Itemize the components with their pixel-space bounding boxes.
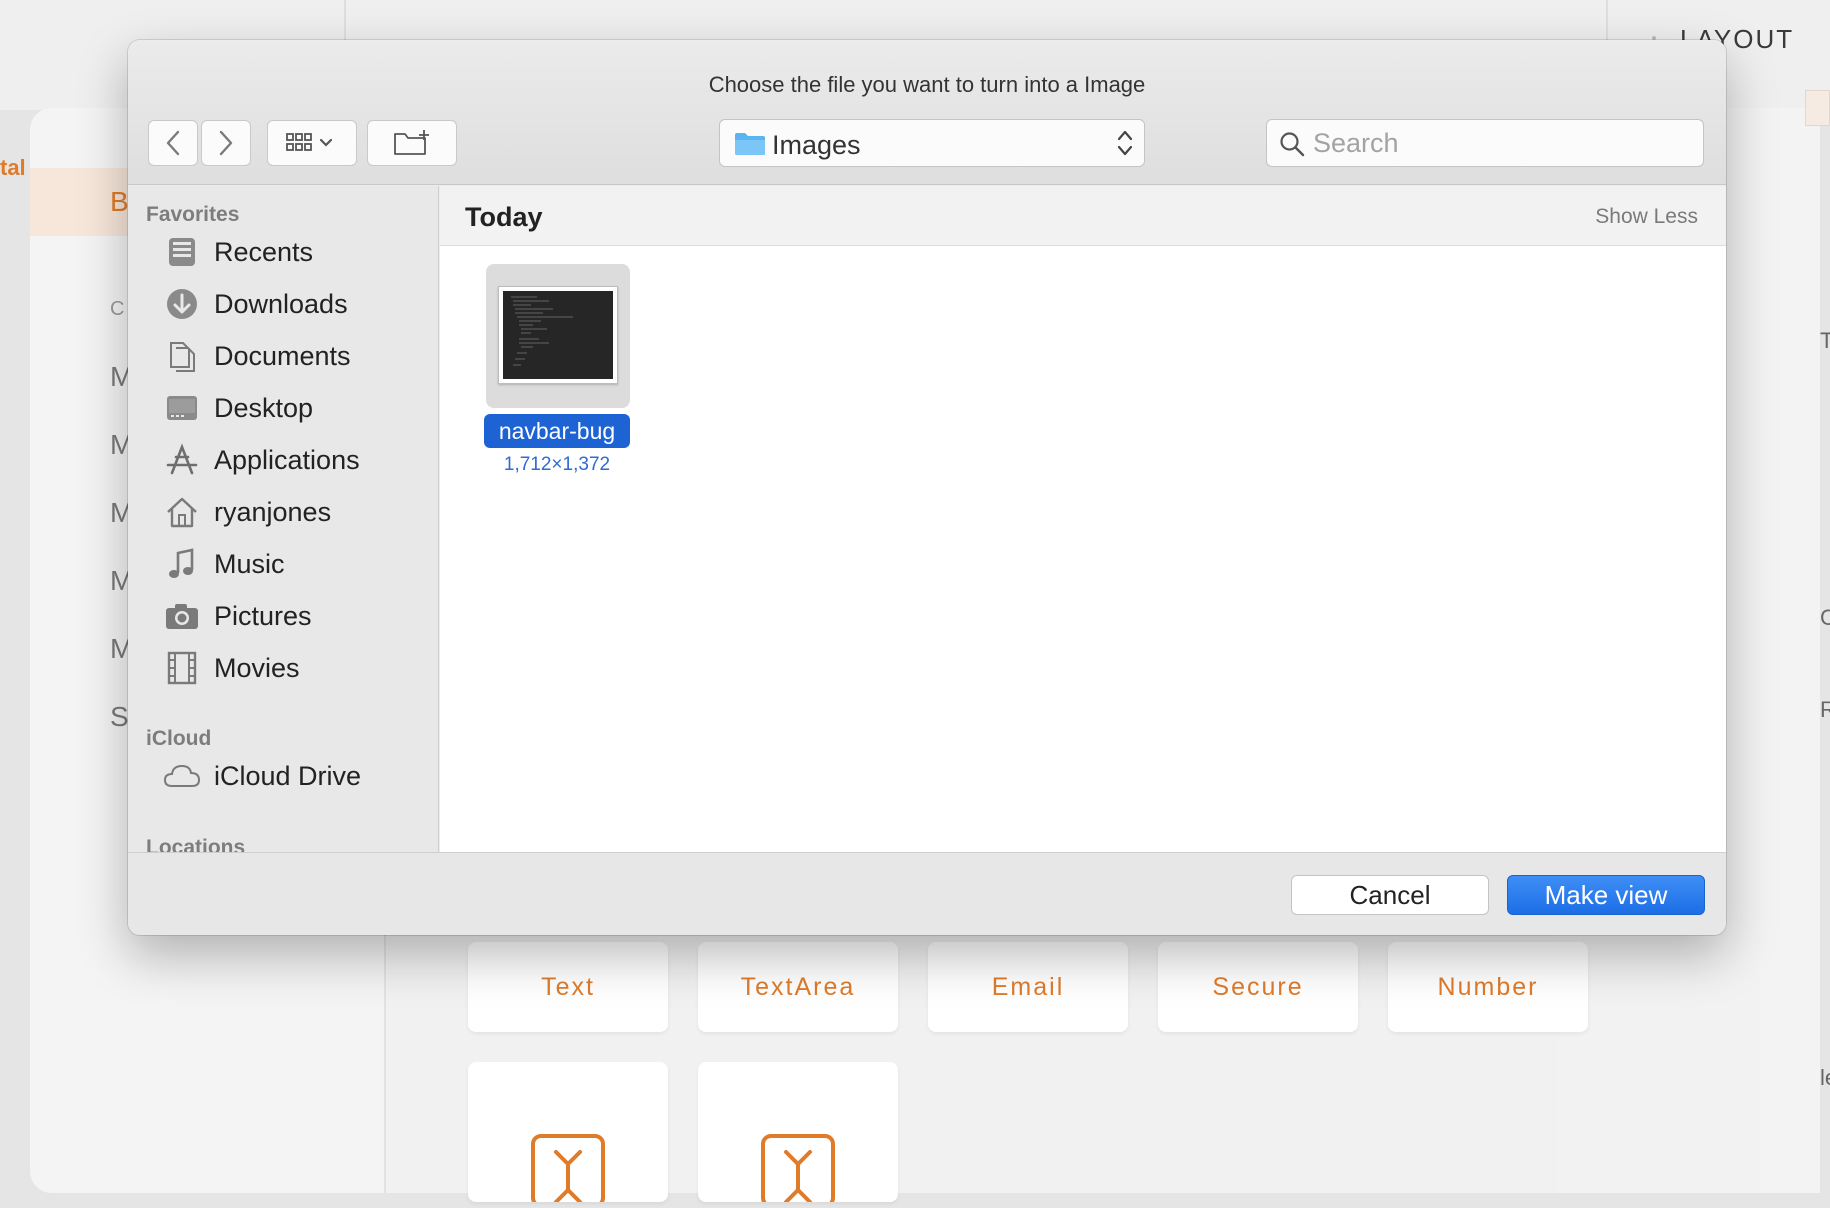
forward-button[interactable]	[201, 120, 251, 166]
sidebar-item-downloads[interactable]: Downloads	[162, 282, 432, 326]
file-thumbnail-selection	[486, 264, 630, 408]
chevron-right-icon	[219, 130, 233, 156]
film-icon	[162, 648, 202, 688]
sidebar-item-label: Music	[214, 548, 285, 579]
location-popup[interactable]: Images	[719, 119, 1145, 167]
file-thumbnail	[498, 286, 618, 384]
sidebar-item-applications[interactable]: Applications	[162, 438, 432, 482]
component-tile-number[interactable]: Number	[1388, 942, 1588, 1032]
component-tile-text[interactable]: Text	[468, 942, 668, 1032]
background-sidebar-item: B	[110, 186, 129, 217]
sidebar-item-label: ryanjones	[214, 496, 332, 527]
sidebar-item-label: Desktop	[214, 392, 314, 423]
file-name-label: navbar-bug	[484, 414, 630, 448]
component-tile-secure[interactable]: Secure	[1158, 942, 1358, 1032]
tile-label: Text	[541, 972, 595, 1001]
sidebar-item-home[interactable]: ryanjones	[162, 490, 432, 534]
sidebar-item-icloud-drive[interactable]: iCloud Drive	[162, 754, 432, 798]
content-group-header: Today Show Less	[440, 186, 1726, 246]
file-item[interactable]: navbar-bug 1,712×1,372	[484, 264, 634, 484]
sidebar-item-label: Applications	[214, 444, 360, 475]
tile-label: Secure	[1212, 972, 1304, 1001]
sidebar-item-music[interactable]: Music	[162, 542, 432, 586]
sidebar-section-icloud: iCloud	[146, 727, 212, 750]
background-right-glyph: R	[1820, 697, 1830, 722]
sidebar-item-recents[interactable]: Recents	[162, 230, 432, 274]
file-browser-content: Today Show Less navbar-bug 1,712×1,372	[440, 186, 1726, 852]
new-folder-button[interactable]	[367, 120, 457, 166]
dialog-title: Choose the file you want to turn into a …	[708, 72, 1146, 97]
sidebar-item-label: Documents	[214, 340, 351, 371]
background-sidebar-item: C	[110, 298, 125, 320]
dialog-sidebar: Favorites Recents Downloads Documents De…	[128, 186, 439, 852]
up-down-chevron-icon	[1117, 130, 1133, 156]
home-icon	[162, 492, 202, 532]
sidebar-item-label: Recents	[214, 236, 314, 267]
component-tile-email[interactable]: Email	[928, 942, 1128, 1032]
documents-icon	[162, 336, 202, 376]
file-dimensions: 1,712×1,372	[503, 454, 611, 475]
music-icon	[162, 544, 202, 584]
desktop-icon	[162, 388, 202, 428]
background-right-glyph: T	[1820, 328, 1830, 353]
chevron-left-icon	[166, 130, 180, 156]
dialog-footer: Cancel Make view	[128, 852, 1726, 935]
sidebar-section-locations: Locations	[146, 836, 246, 852]
file-thumbnail-image	[503, 291, 613, 379]
sidebar-item-desktop[interactable]: Desktop	[162, 386, 432, 430]
downloads-icon	[162, 284, 202, 324]
sidebar-item-label: Movies	[214, 652, 300, 683]
background-right-glyph: C	[1820, 605, 1830, 630]
folder-icon	[735, 133, 765, 155]
new-folder-icon	[394, 130, 429, 155]
sidebar-item-movies[interactable]: Movies	[162, 646, 432, 690]
text-cursor-icon	[531, 1134, 605, 1202]
back-button[interactable]	[148, 120, 198, 166]
sidebar-item-label: Pictures	[214, 600, 312, 631]
background-partial-label: tal	[0, 155, 26, 180]
view-mode-button[interactable]	[267, 120, 357, 166]
search-input[interactable]	[1313, 126, 1683, 160]
background-right-glyph: le	[1820, 1065, 1830, 1090]
dialog-header: Choose the file you want to turn into a …	[128, 40, 1726, 185]
applications-icon	[162, 440, 202, 480]
camera-icon	[162, 596, 202, 636]
search-field[interactable]	[1266, 119, 1704, 167]
recents-icon	[162, 232, 202, 272]
background-right-panel	[1760, 108, 1820, 1193]
component-tile-textarea[interactable]: TextArea	[698, 942, 898, 1032]
background-right-tab	[1805, 90, 1830, 126]
tile-label: Number	[1437, 972, 1539, 1001]
open-file-dialog: Choose the file you want to turn into a …	[128, 40, 1726, 935]
tile-label: TextArea	[740, 972, 856, 1001]
text-cursor-icon	[761, 1134, 835, 1202]
search-icon	[1280, 132, 1305, 157]
tile-label: Email	[991, 972, 1065, 1001]
make-view-button[interactable]: Make view	[1507, 875, 1705, 915]
sidebar-item-documents[interactable]: Documents	[162, 334, 432, 378]
cloud-icon	[162, 756, 202, 796]
sidebar-item-label: Downloads	[214, 288, 348, 319]
sidebar-item-pictures[interactable]: Pictures	[162, 594, 432, 638]
sidebar-section-favorites: Favorites	[146, 203, 240, 226]
grid-view-icon	[286, 133, 333, 151]
component-tile-input-icon[interactable]	[468, 1062, 668, 1202]
background-sidebar-item: S	[110, 701, 129, 732]
component-tile-input-icon[interactable]	[698, 1062, 898, 1202]
cancel-button[interactable]: Cancel	[1291, 875, 1489, 915]
sidebar-item-label: iCloud Drive	[214, 760, 362, 791]
group-heading: Today	[465, 202, 543, 232]
show-less-link[interactable]: Show Less	[1595, 205, 1698, 229]
location-label: Images	[772, 130, 861, 160]
